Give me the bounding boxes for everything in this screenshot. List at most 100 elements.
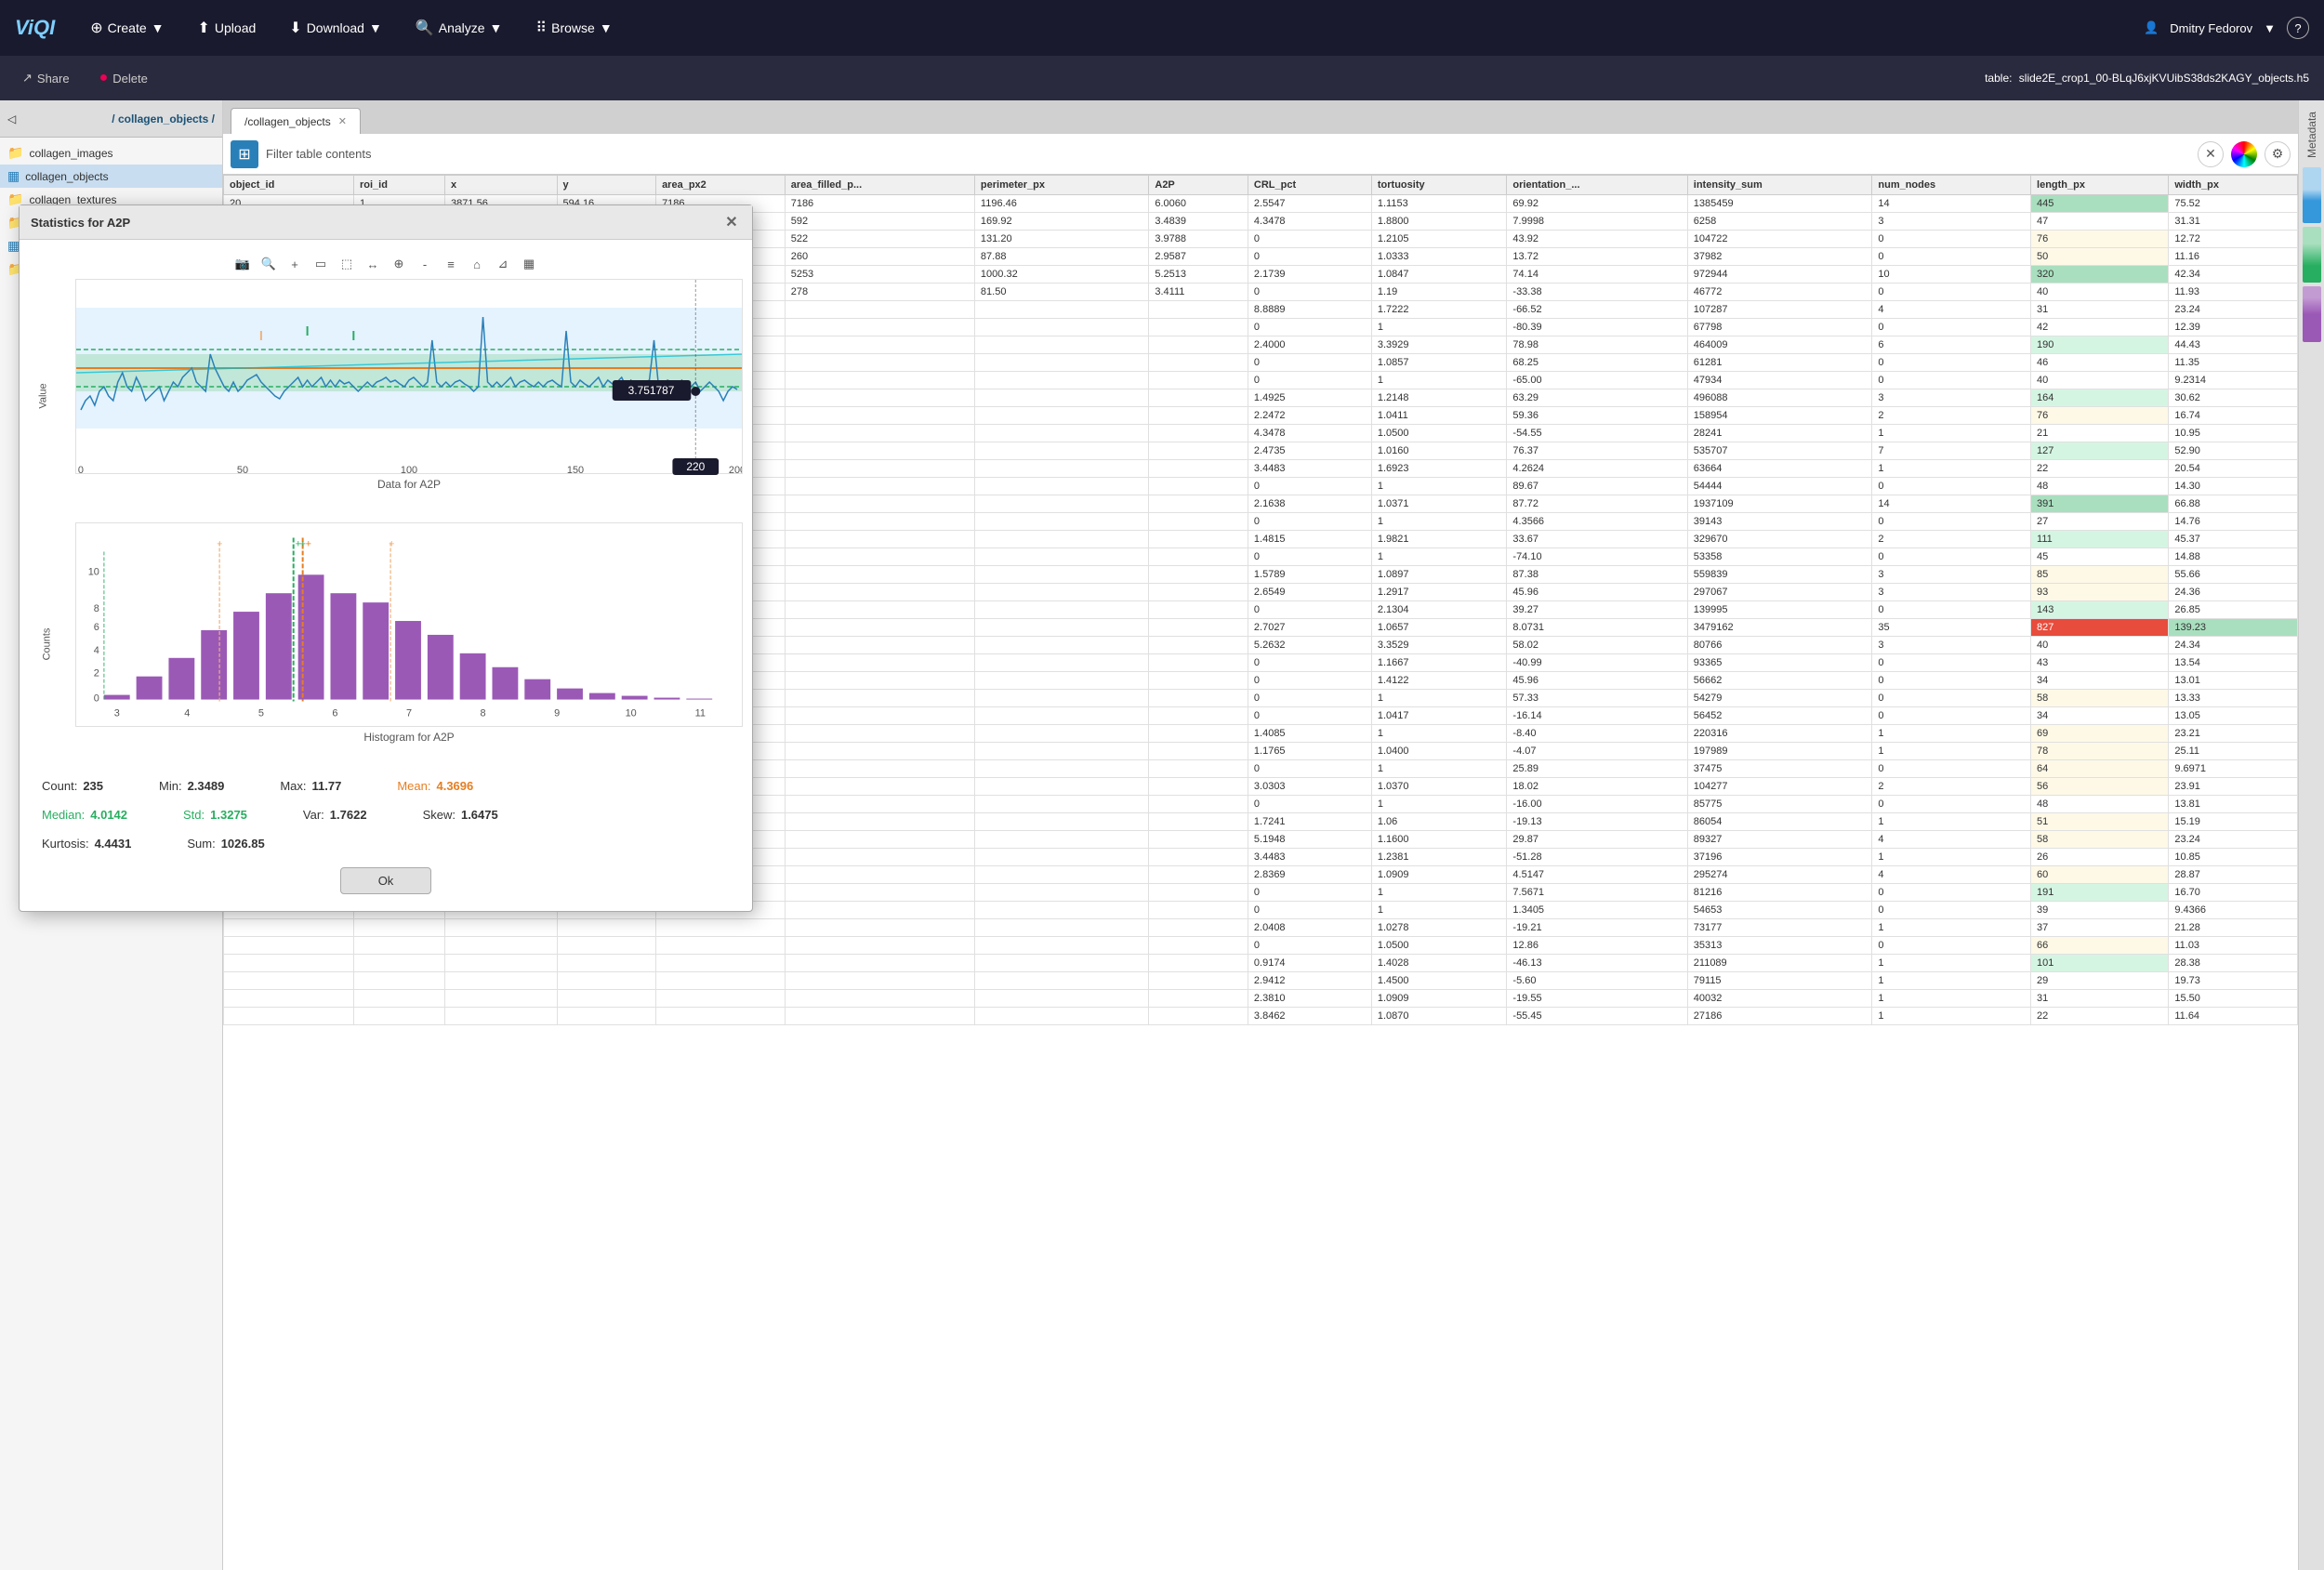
table-cell: 45.96: [1507, 584, 1687, 601]
table-row[interactable]: 2.38101.0909-19.554003213115.50: [224, 990, 2298, 1008]
col-length-px[interactable]: length_px: [2031, 176, 2169, 195]
col-object-id[interactable]: object_id: [224, 176, 354, 195]
pan-x-tool[interactable]: ↔: [362, 253, 384, 275]
select-tool[interactable]: ▭: [310, 253, 332, 275]
svg-text:10: 10: [88, 566, 99, 577]
sidebar-toggle[interactable]: ◁: [7, 112, 16, 125]
line-chart[interactable]: 3.751787 220 10 5 0 0 50 100 150 200: [75, 279, 743, 474]
table-cell: 16.74: [2169, 407, 2298, 425]
table-cell: [785, 354, 974, 372]
stats-modal-close[interactable]: ✕: [722, 213, 741, 231]
col-x[interactable]: x: [445, 176, 557, 195]
col-area-px2[interactable]: area_px2: [656, 176, 786, 195]
col-num-nodes[interactable]: num_nodes: [1872, 176, 2031, 195]
table-cell: 1.7222: [1371, 301, 1507, 319]
table-cell: 1: [1371, 884, 1507, 902]
table-cell: 0: [1248, 937, 1371, 955]
table-cell: [1149, 584, 1248, 601]
table-cell: 26: [2031, 849, 2169, 866]
stats-content: 📷 🔍 + ▭ ⬚ ↔ ⊕ - ≡ ⌂ ⊿ ▦ Value: [20, 240, 752, 911]
table-cell: 1: [1872, 743, 2031, 760]
table-row[interactable]: 3.84621.0870-55.452718612211.64: [224, 1008, 2298, 1025]
nav-create[interactable]: ⊕ Create ▼: [83, 15, 171, 41]
table-cell: [785, 672, 974, 690]
help-button[interactable]: ?: [2287, 17, 2309, 39]
table-cell: 158954: [1687, 407, 1872, 425]
camera-tool[interactable]: 📷: [231, 253, 254, 275]
table-row[interactable]: 0.91741.4028-46.13211089110128.38: [224, 955, 2298, 972]
table-cell: 8.0731: [1507, 619, 1687, 637]
col-orientation[interactable]: orientation_...: [1507, 176, 1687, 195]
crosshair-tool[interactable]: ⊕: [388, 253, 410, 275]
table-cell: 0: [1872, 354, 2031, 372]
close-filter-button[interactable]: ✕: [2198, 141, 2224, 167]
table-cell: 0: [1872, 478, 2031, 495]
col-crl-pct[interactable]: CRL_pct: [1248, 176, 1371, 195]
share-icon: ↗: [22, 71, 33, 86]
table-cell: 13.33: [2169, 690, 2298, 707]
nav-browse[interactable]: ⠿ Browse ▼: [528, 15, 619, 41]
settings-button[interactable]: ⚙: [2265, 141, 2291, 167]
table-cell: [353, 937, 444, 955]
col-perimeter[interactable]: perimeter_px: [974, 176, 1148, 195]
metadata-label[interactable]: Metadata: [2302, 104, 2322, 165]
table-row[interactable]: 2.04081.0278-19.217317713721.28: [224, 919, 2298, 937]
table-cell: 107287: [1687, 301, 1872, 319]
table-cell: 37475: [1687, 760, 1872, 778]
tab-close-icon[interactable]: ✕: [338, 115, 347, 127]
sidebar-item-collagen-objects[interactable]: ▦ collagen_objects: [0, 165, 222, 188]
sidebar-item-collagen-images[interactable]: 📁 collagen_images: [0, 141, 222, 165]
table-cell: 45.37: [2169, 531, 2298, 548]
tab-collagen-objects[interactable]: /collagen_objects ✕: [231, 108, 361, 134]
col-width-px[interactable]: width_px: [2169, 176, 2298, 195]
lasso-tool[interactable]: ⬚: [336, 253, 358, 275]
table-cell: 23.21: [2169, 725, 2298, 743]
table-row[interactable]: 2.94121.4500-5.607911512919.73: [224, 972, 2298, 990]
nav-download[interactable]: ⬇ Download ▼: [282, 15, 390, 41]
zoom-plus-tool[interactable]: +: [284, 253, 306, 275]
color-picker-button[interactable]: [2231, 141, 2257, 167]
chart-toolbar: 📷 🔍 + ▭ ⬚ ↔ ⊕ - ≡ ⌂ ⊿ ▦: [29, 249, 743, 279]
table-cell: 1.0278: [1371, 919, 1507, 937]
table-cell: [353, 1008, 444, 1025]
col-area-filled[interactable]: area_filled_p...: [785, 176, 974, 195]
table-cell: [224, 955, 354, 972]
horizontal-tool[interactable]: ≡: [440, 253, 462, 275]
nav-upload[interactable]: ⬆ Upload: [191, 15, 264, 41]
delete-button[interactable]: ● Delete: [92, 67, 155, 89]
svg-text:8: 8: [481, 707, 486, 719]
table-cell: 6258: [1687, 213, 1872, 231]
table-cell: 50: [2031, 248, 2169, 266]
table-cell: 1.2381: [1371, 849, 1507, 866]
table-cell: 0: [1248, 796, 1371, 813]
nav-analyze[interactable]: 🔍 Analyze ▼: [408, 15, 510, 41]
table-cell: 1000.32: [974, 266, 1148, 284]
table-cell: 3: [1872, 389, 2031, 407]
std-value: 1.3275: [210, 808, 247, 822]
table-cell: [785, 301, 974, 319]
table-cell: 37196: [1687, 849, 1872, 866]
col-a2p[interactable]: A2P: [1149, 176, 1248, 195]
col-y[interactable]: y: [557, 176, 656, 195]
table-cell: [785, 654, 974, 672]
filter-tool[interactable]: ⊿: [492, 253, 514, 275]
col-roi-id[interactable]: roi_id: [353, 176, 444, 195]
col-intensity-sum[interactable]: intensity_sum: [1687, 176, 1872, 195]
ok-button[interactable]: Ok: [340, 867, 432, 894]
zoom-in-tool[interactable]: 🔍: [257, 253, 280, 275]
zoom-out-tool[interactable]: -: [414, 253, 436, 275]
histogram-chart[interactable]: + + + + + 10 8 6 4 2 0 3 4 5 6: [75, 522, 743, 727]
step-tool[interactable]: ⌂: [466, 253, 488, 275]
table-cell: 2: [1872, 531, 2031, 548]
share-button[interactable]: ↗ Share: [15, 68, 77, 88]
user-section[interactable]: 👤 Dmitry Fedorov ▼ ?: [2144, 17, 2309, 39]
table-cell: 1: [1872, 425, 2031, 442]
col-tortuosity[interactable]: tortuosity: [1371, 176, 1507, 195]
bar-tool[interactable]: ▦: [518, 253, 540, 275]
table-row[interactable]: 01.050012.863531306611.03: [224, 937, 2298, 955]
table-cell: 6: [1872, 336, 2031, 354]
grid-view-button[interactable]: ⊞: [231, 140, 258, 168]
sparkline-2: [2303, 227, 2321, 283]
table-cell: 1.0160: [1371, 442, 1507, 460]
table-cell: 0: [1248, 284, 1371, 301]
